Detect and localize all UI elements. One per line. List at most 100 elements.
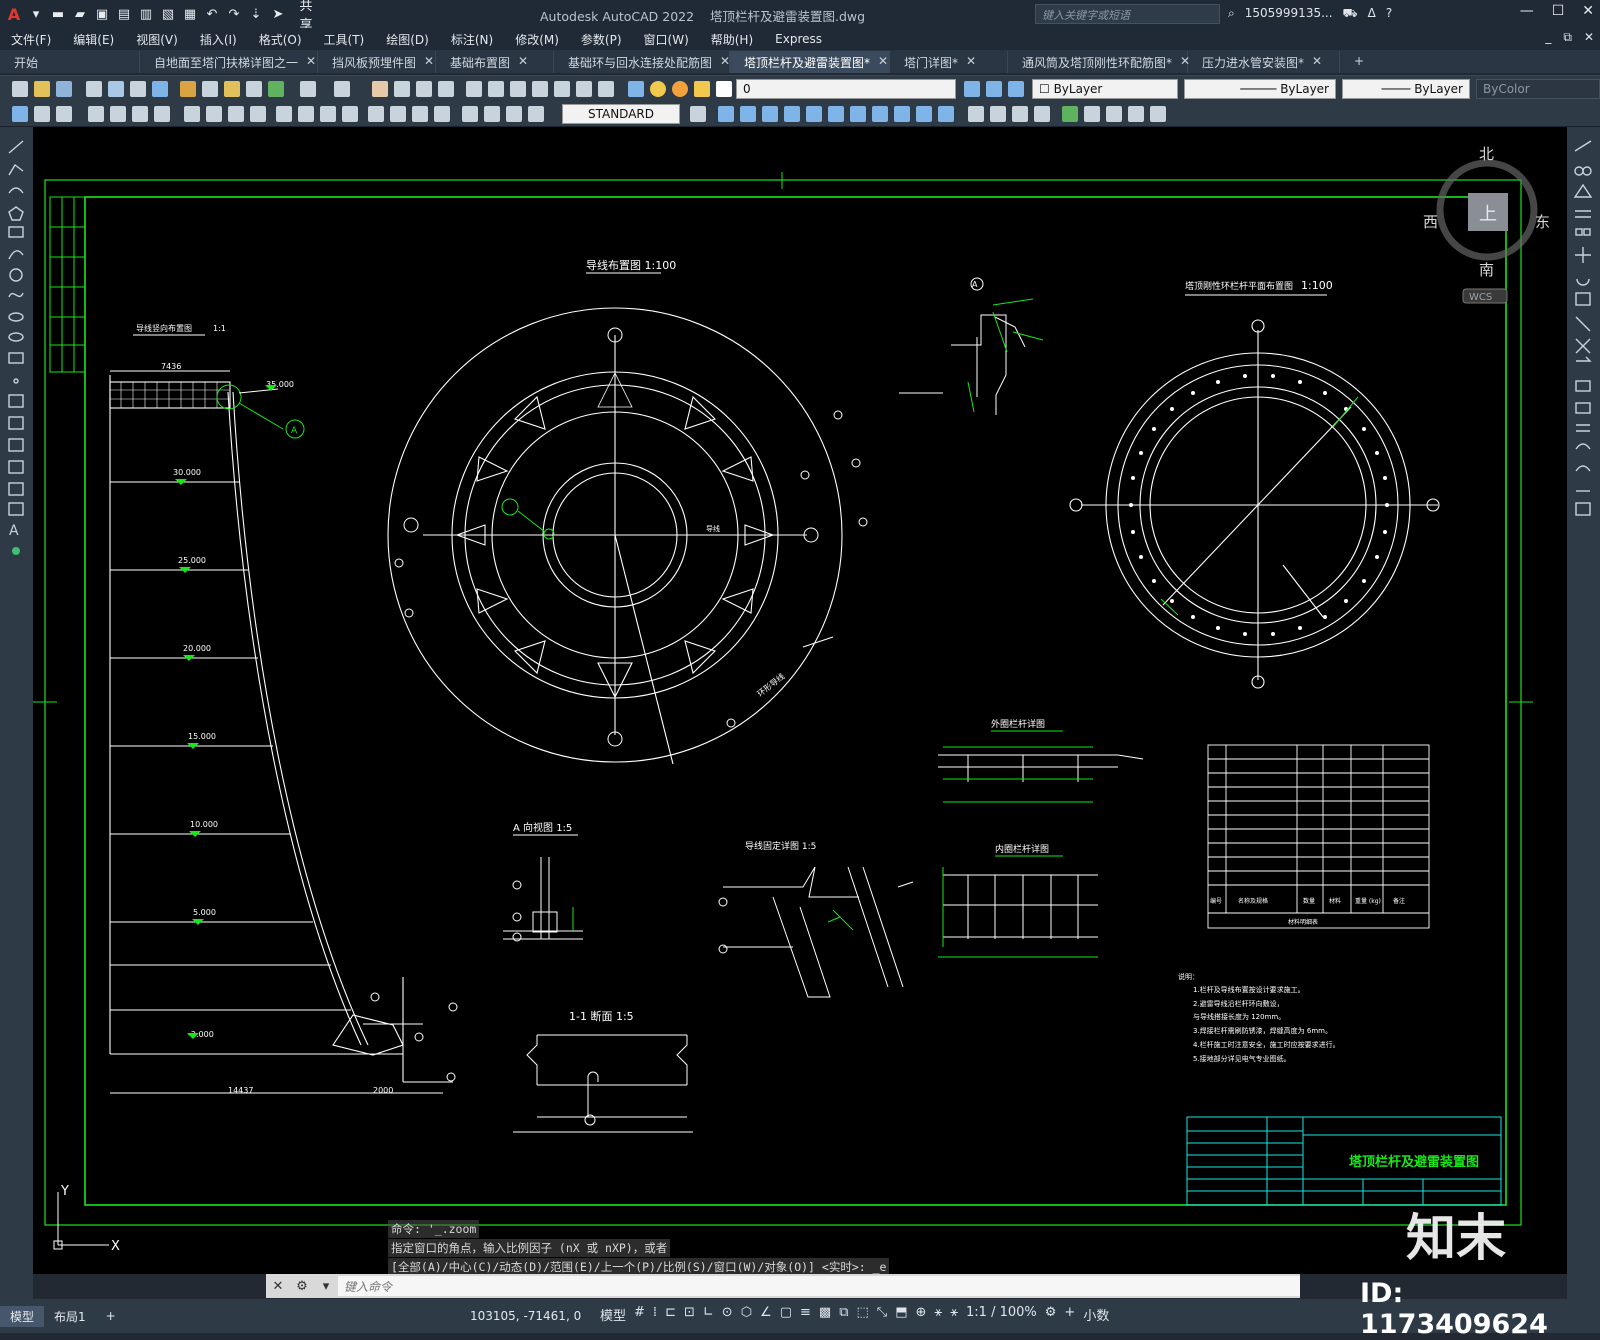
close-tab-icon[interactable]: ✕	[878, 54, 888, 73]
iso-se-icon[interactable]	[872, 106, 888, 122]
dimension-icon[interactable]	[12, 106, 28, 122]
iso-ne-icon[interactable]	[894, 106, 910, 122]
baseline-icon[interactable]	[276, 106, 292, 122]
cut-icon[interactable]	[180, 81, 196, 97]
command-input[interactable]: 键入命令	[338, 1276, 1300, 1296]
center-mark-icon[interactable]	[390, 106, 406, 122]
menu-view[interactable]: 视图(V)	[125, 31, 189, 48]
tab-door-detail[interactable]: 塔门详图* ✕	[890, 51, 1008, 73]
autocad-logo[interactable]: A	[4, 5, 24, 24]
tab-windboard[interactable]: 挡风板预埋件图 ✕	[318, 51, 436, 73]
wireframe-icon[interactable]	[968, 106, 984, 122]
color-dropdown[interactable]: ☐ ByLayer	[1032, 79, 1178, 99]
autoscale-icon[interactable]: ⚹	[950, 1305, 958, 1324]
menu-file[interactable]: 文件(F)	[0, 31, 62, 48]
close-tab-icon[interactable]: ✕	[424, 54, 434, 73]
continue-icon[interactable]	[298, 106, 314, 122]
tab-stair-detail[interactable]: 自地面至塔门扶梯详图之一 ✕	[140, 51, 318, 73]
dynamic-ucs-icon[interactable]: ⤡	[877, 1305, 887, 1324]
isodraft-icon[interactable]: ⬡	[741, 1305, 752, 1324]
ucs-icon[interactable]	[1062, 106, 1078, 122]
minimize-button[interactable]: —	[1520, 3, 1534, 19]
help-icon[interactable]	[598, 81, 614, 97]
dim-edit-icon[interactable]	[462, 106, 478, 122]
close-tab-icon[interactable]: ✕	[966, 54, 976, 73]
modify-tool-icons[interactable]	[1567, 127, 1600, 527]
tool-palettes-icon[interactable]	[510, 81, 526, 97]
view-bottom-icon[interactable]	[828, 106, 844, 122]
aligned-icon[interactable]	[56, 106, 72, 122]
close-cmd-icon[interactable]: ✕	[266, 1279, 290, 1294]
diameter-icon[interactable]	[184, 106, 200, 122]
model-space-canvas[interactable]: A 导线竖向布置图 1:1 7436 35.000 30.000 25.000 …	[33, 127, 1567, 1274]
share-icon[interactable]: ➤	[268, 7, 288, 22]
menu-format[interactable]: 格式(O)	[248, 31, 313, 48]
view-back-icon[interactable]	[740, 106, 756, 122]
ucs-world-icon[interactable]	[1084, 106, 1100, 122]
sun-icon[interactable]	[672, 81, 688, 97]
open-icon[interactable]	[34, 81, 50, 97]
zoom-previous-icon[interactable]	[438, 81, 454, 97]
tab-start[interactable]: 开始	[0, 51, 140, 73]
conceptual-icon[interactable]	[1034, 106, 1050, 122]
new-file-icon[interactable]: ▬	[48, 7, 68, 22]
realistic-icon[interactable]	[1012, 106, 1028, 122]
close-button[interactable]: ✕	[1582, 3, 1594, 19]
close-tab-icon[interactable]: ✕	[518, 54, 528, 73]
tab-active-drawing[interactable]: 塔顶栏杆及避雷装置图* ✕	[730, 51, 890, 73]
search-input[interactable]: 键入关键字或短语	[1035, 4, 1220, 24]
zoom-realtime-icon[interactable]	[394, 81, 410, 97]
user-account[interactable]: 1505999135...	[1245, 6, 1333, 22]
camera-icon[interactable]	[938, 106, 954, 122]
publish-icon[interactable]	[130, 81, 146, 97]
design-center-icon[interactable]	[488, 81, 504, 97]
arc-length-icon[interactable]	[88, 106, 104, 122]
3d-print-icon[interactable]	[152, 81, 168, 97]
viewcube-south[interactable]: 南	[1479, 261, 1494, 279]
quick-dim-icon[interactable]	[250, 106, 266, 122]
menu-help[interactable]: 帮助(H)	[700, 31, 764, 48]
light-bulb-icon[interactable]	[650, 81, 666, 97]
paste-icon[interactable]	[224, 81, 240, 97]
osnap-icon[interactable]: ▢	[780, 1305, 792, 1324]
tolerance-icon[interactable]	[368, 106, 384, 122]
snap-icon[interactable]: ⁞	[653, 1305, 657, 1324]
search-icon[interactable]: ⌕	[1228, 6, 1235, 22]
markup-icon[interactable]	[554, 81, 570, 97]
annotation-visibility-icon[interactable]: ⚹	[934, 1305, 942, 1324]
menu-window[interactable]: 窗口(W)	[633, 31, 700, 48]
redo-icon[interactable]: ↷	[224, 7, 244, 22]
style-icon[interactable]	[690, 106, 706, 122]
viewcube-east[interactable]: 东	[1535, 213, 1550, 231]
new-icon[interactable]	[12, 81, 28, 97]
menu-express[interactable]: Express	[764, 32, 833, 46]
block-editor-icon[interactable]	[268, 81, 284, 97]
new-tab-button[interactable]: +	[1340, 51, 1370, 73]
viewcube-west[interactable]: 西	[1423, 213, 1438, 231]
save-icon[interactable]	[56, 81, 72, 97]
preview-icon[interactable]	[108, 81, 124, 97]
hidden-icon[interactable]	[990, 106, 1006, 122]
properties-icon[interactable]	[466, 81, 482, 97]
iso-nw-icon[interactable]	[916, 106, 932, 122]
tab-foundation[interactable]: 基础布置图 ✕	[436, 51, 554, 73]
customize-cmd-icon[interactable]: ⚙	[290, 1279, 314, 1294]
units-display[interactable]: 小数	[1083, 1305, 1109, 1324]
linetype-dropdown[interactable]: ───── ByLayer	[1184, 79, 1336, 99]
draw-tool-icons[interactable]: A	[0, 127, 33, 567]
3d-osnap-icon[interactable]: ⬚	[857, 1305, 869, 1324]
infer-icon[interactable]: ⊏	[665, 1305, 676, 1324]
undo-icon[interactable]: ↶	[202, 7, 222, 22]
color-swatch-icon[interactable]	[716, 81, 732, 97]
print-icon[interactable]: ▦	[180, 7, 200, 22]
layer-properties-icon[interactable]	[628, 81, 644, 97]
workspace-gear-icon[interactable]: ⚙	[1045, 1305, 1057, 1324]
menu-insert[interactable]: 插入(I)	[189, 31, 248, 48]
space-icon[interactable]	[320, 106, 336, 122]
plot-icon[interactable]	[86, 81, 102, 97]
web-open-icon[interactable]: ▥	[136, 7, 156, 22]
dim-update-icon[interactable]	[506, 106, 522, 122]
customize-icon[interactable]: ⇣	[246, 7, 266, 22]
textstyle-dropdown[interactable]: STANDARD	[562, 104, 680, 124]
inspect-icon[interactable]	[412, 106, 428, 122]
